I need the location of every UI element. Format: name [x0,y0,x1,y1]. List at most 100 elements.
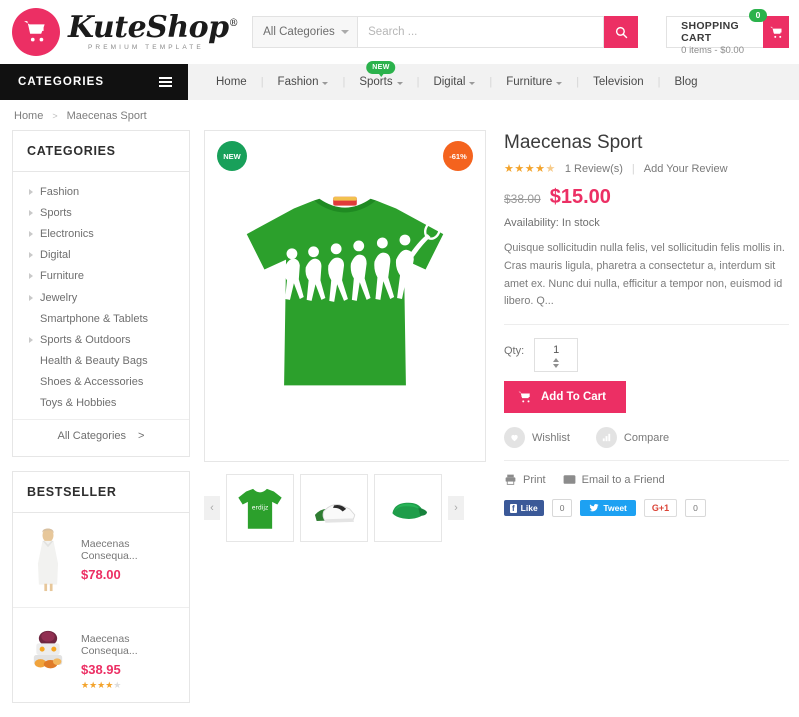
green-visor-thumb [392,502,428,519]
compare-label: Compare [623,431,670,444]
site-header: KuteShop® PREMIUM TEMPLATE All Categorie… [0,0,799,64]
add-to-cart-button[interactable]: Add To Cart [504,381,626,414]
facebook-icon: f [510,503,517,513]
wishlist-button[interactable]: Wishlist [504,427,570,449]
bestseller-product-name[interactable]: Maecenas Consequa... [81,633,177,657]
list-item[interactable]: Maecenas Consequa... $38.95 ★★★★★ [13,608,189,702]
product-price-row: $38.00 $15.00 [504,186,789,209]
bestseller-product-price: $78.00 [81,567,121,583]
quantity-decrement-icon[interactable] [553,364,560,369]
bestseller-product-price: $38.95 [81,662,121,678]
chevron-right-icon [29,336,33,343]
product-rating: ★★★★★ 1 Review(s) | Add Your Review [504,162,789,176]
review-count[interactable]: 1 Review(s) [565,163,623,175]
new-badge: NEW [217,141,247,171]
quantity-label: Qty: [504,345,525,358]
categories-panel: CATEGORIES Fashion Sports Electronics Di… [12,130,190,458]
facebook-like-count: 0 [551,499,573,518]
bestseller-rating-stars: ★★★★★ [81,680,122,691]
bestseller-product-name[interactable]: Maecenas Consequa... [81,538,177,562]
search-category-select[interactable]: All Categories [252,16,359,48]
twitter-tweet-button[interactable]: Tweet [580,500,636,517]
breadcrumb-home-link[interactable]: Home [14,110,43,122]
social-share-buttons: f Like 0 Tweet G+1 0 [504,499,789,518]
nav-item-digital[interactable]: Digital [419,76,489,88]
nav-item-fashion[interactable]: Fashion [264,76,343,88]
all-categories-link[interactable]: All Categories > [13,419,189,452]
sidebar-item-toys-hobbies[interactable]: Toys & Hobbies [13,393,189,414]
cart-title: SHOPPING CART [681,20,739,44]
sidebar-item-furniture[interactable]: Furniture [13,266,189,287]
twitter-bird-icon [589,504,600,512]
nav-item-television[interactable]: Television [579,76,658,88]
add-review-link[interactable]: Add Your Review [644,163,728,175]
thumbnail-green-tshirt[interactable]: erdijz [226,474,294,542]
sidebar-item-health-beauty-bags[interactable]: Health & Beauty Bags [13,351,189,372]
google-plus-button[interactable]: G+1 [643,499,678,518]
sidebar-item-electronics[interactable]: Electronics [13,223,189,244]
categories-toggle[interactable]: CATEGORIES [0,64,188,100]
chevron-right-icon [29,294,33,301]
list-item[interactable]: Maecenas Consequa... $78.00 [13,513,189,609]
sidebar-item-fashion[interactable]: Fashion [13,181,189,202]
availability-value: In stock [561,217,600,229]
breadcrumb-current: Maecenas Sport [66,110,147,122]
nav-item-home[interactable]: Home [202,76,261,88]
sidebar-item-jewelry[interactable]: Jewelry [13,287,189,308]
bestseller-panel: BESTSELLER Maecenas Consequa... $78.00 M… [12,471,190,704]
quantity-stepper[interactable]: 1 [534,338,579,373]
nav-item-furniture[interactable]: Furniture [492,76,576,88]
nav-item-sports[interactable]: NEW Sports [345,61,416,88]
sidebar-item-smartphone-tablets[interactable]: Smartphone & Tablets [13,308,189,329]
sidebar-item-sports-outdoors[interactable]: Sports & Outdoors [13,329,189,350]
rating-stars: ★★★★★ [504,163,556,175]
site-logo[interactable]: KuteShop® PREMIUM TEMPLATE [12,8,239,56]
quantity-spinner[interactable] [535,358,577,371]
search-button[interactable] [604,16,639,48]
cart-items-total: 0 items - $0.00 [681,45,744,56]
list-item-info: Maecenas Consequa... $78.00 [81,524,177,582]
nav-item-blog[interactable]: Blog [661,76,712,88]
sidebar: CATEGORIES Fashion Sports Electronics Di… [12,130,190,717]
thumbnail-green-visor[interactable] [374,474,442,542]
thumbnail-prev-button[interactable]: ‹ [204,496,220,520]
chevron-down-icon [322,81,329,85]
quantity-value[interactable]: 1 [535,339,577,358]
shopping-cart[interactable]: SHOPPING CART 0 items - $0.00 0 [666,9,789,56]
list-item-info: Maecenas Consequa... $38.95 ★★★★★ [81,619,177,691]
email-friend-link[interactable]: Email to a Friend [563,473,665,486]
thumbnail-white-shoes[interactable] [300,474,368,542]
facebook-like-button[interactable]: f Like [504,500,544,517]
printer-icon [505,474,516,486]
breadcrumb: Home > Maecenas Sport [0,100,799,130]
quantity-increment-icon[interactable] [553,358,560,363]
print-link[interactable]: Print [504,473,546,486]
logo-name: KuteShop® [68,9,239,45]
cart-button[interactable] [763,16,789,48]
nav-items: Home | Fashion | NEW Sports | Digital | … [188,61,799,100]
logo-registered-mark: ® [228,17,239,29]
current-price: $15.00 [549,186,611,208]
chevron-right-icon [29,273,33,280]
product-main-image[interactable]: NEW -61% [204,130,486,462]
logo-name-text: KuteShop [68,9,229,45]
sidebar-item-sports[interactable]: Sports [13,202,189,223]
hamburger-icon[interactable] [159,76,172,88]
thumbnail-next-button[interactable]: › [448,496,464,520]
categories-toggle-label: CATEGORIES [18,76,105,88]
bar-chart-icon [595,427,617,449]
wishlist-label: Wishlist [532,431,570,444]
print-label: Print [523,473,546,486]
search-input[interactable] [358,16,605,48]
sidebar-item-shoes-accessories[interactable]: Shoes & Accessories [13,372,189,393]
bestseller-panel-title: BESTSELLER [13,472,189,514]
page-content: CATEGORIES Fashion Sports Electronics Di… [0,130,799,717]
svg-text:erdijz: erdijz [252,505,268,512]
thumbnail-carousel: ‹ erdijz › [204,474,486,542]
chevron-down-icon [341,30,350,34]
chevron-right-icon [29,252,33,259]
product-detail: NEW -61% ‹ erdijz › Maecenas Sport ★★★★★… [204,130,789,717]
sidebar-item-digital[interactable]: Digital [13,245,189,266]
compare-button[interactable]: Compare [595,427,670,449]
twitter-tweet-label: Tweet [603,503,627,514]
